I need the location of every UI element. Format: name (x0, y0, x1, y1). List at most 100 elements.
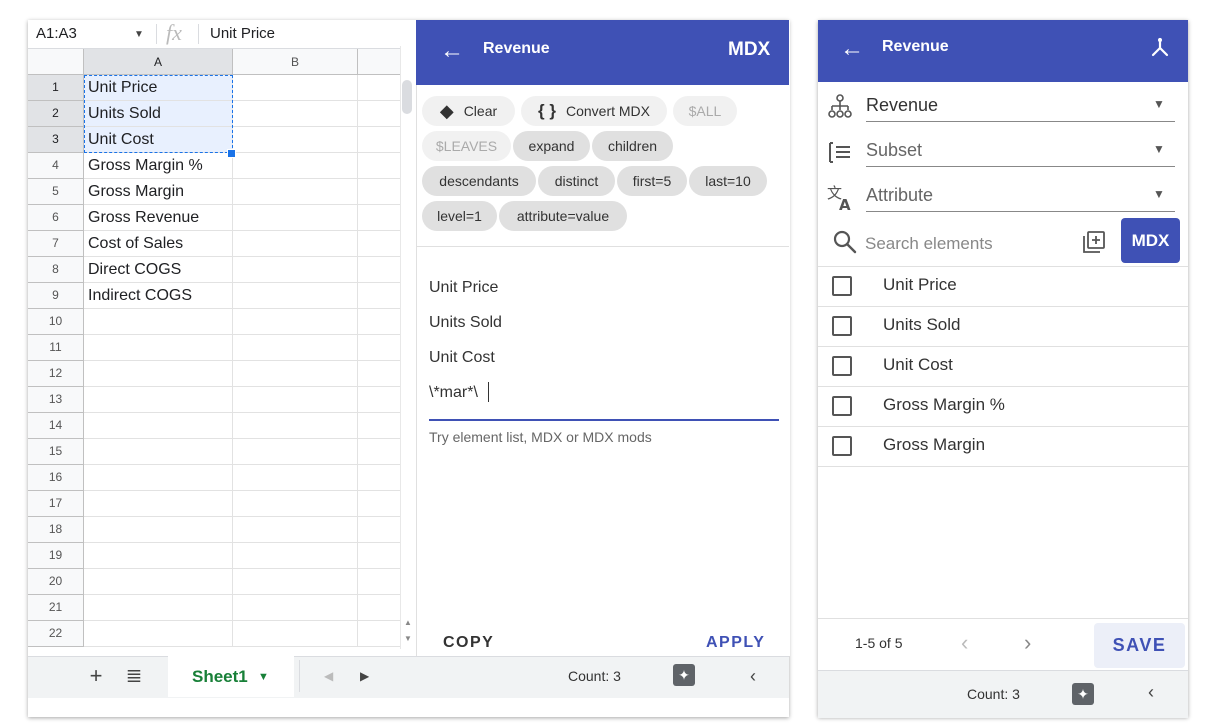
element-checkbox[interactable] (832, 316, 852, 336)
cell[interactable]: Unit Cost (84, 127, 233, 153)
all-sheets-icon[interactable]: ≣ (124, 664, 144, 688)
scroll-down-icon[interactable]: ▼ (402, 632, 414, 646)
cell[interactable] (233, 257, 358, 283)
cell[interactable] (84, 387, 233, 413)
mdx-chip[interactable]: { } Convert MDX (521, 96, 667, 126)
row-header[interactable]: 16 (28, 465, 84, 491)
mdx-chip[interactable]: expand (513, 131, 590, 161)
row-header[interactable]: 12 (28, 361, 84, 387)
row-header[interactable]: 13 (28, 387, 84, 413)
cell[interactable] (233, 595, 358, 621)
cell[interactable] (233, 413, 358, 439)
cell[interactable] (233, 309, 358, 335)
cell[interactable]: Units Sold (84, 101, 233, 127)
add-sheet-icon[interactable]: + (86, 664, 106, 688)
subset-select[interactable]: Subset (866, 140, 922, 161)
cell[interactable] (84, 595, 233, 621)
row-header[interactable]: 2 (28, 101, 84, 127)
chevron-down-icon[interactable]: ▼ (1153, 187, 1165, 201)
scrollbar-thumb[interactable] (402, 80, 412, 114)
mdx-button[interactable]: MDX (1121, 218, 1180, 263)
sheet-tab-label[interactable]: Sheet1 (192, 656, 248, 697)
cell[interactable] (84, 335, 233, 361)
mdx-line[interactable]: \*mar*\ (429, 384, 478, 402)
cell[interactable] (233, 517, 358, 543)
row-header[interactable]: 3 (28, 127, 84, 153)
cell[interactable]: Gross Margin % (84, 153, 233, 179)
next-sheet-icon[interactable]: ▶ (360, 664, 374, 688)
search-input[interactable]: Search elements (865, 234, 993, 254)
chevron-down-icon[interactable]: ▼ (1153, 142, 1165, 156)
cell[interactable] (84, 543, 233, 569)
row-header[interactable]: 5 (28, 179, 84, 205)
row-header[interactable]: 10 (28, 309, 84, 335)
cell[interactable] (233, 101, 358, 127)
back-arrow-icon[interactable]: ← (840, 34, 864, 64)
select-all-corner[interactable] (28, 49, 84, 75)
list-item[interactable] (818, 346, 1188, 386)
chevron-right-icon[interactable]: › (1024, 630, 1031, 656)
cell[interactable] (233, 231, 358, 257)
mdx-chip[interactable]: descendants (422, 166, 536, 196)
apply-button[interactable]: APPLY (706, 634, 765, 652)
element-checkbox[interactable] (832, 276, 852, 296)
row-header[interactable]: 9 (28, 283, 84, 309)
row-header[interactable]: 1 (28, 75, 84, 101)
mdx-line[interactable]: Units Sold (429, 314, 502, 332)
element-checkbox[interactable] (832, 396, 852, 416)
collapse-panel-icon[interactable]: ‹ (1148, 682, 1154, 703)
element-checkbox[interactable] (832, 436, 852, 456)
cell[interactable] (233, 387, 358, 413)
mdx-chip[interactable]: last=10 (689, 166, 767, 196)
dimension-select[interactable]: Revenue (866, 95, 938, 116)
cell[interactable] (233, 153, 358, 179)
cell[interactable] (84, 491, 233, 517)
cell-grid[interactable]: A B 1 Unit Price 2 Units Sold 3 Unit Cost 4 Gross… (28, 49, 416, 678)
vertical-scrollbar[interactable] (400, 46, 417, 649)
cell[interactable]: Gross Margin (84, 179, 233, 205)
cell[interactable] (233, 621, 358, 647)
row-header[interactable]: 20 (28, 569, 84, 595)
cell[interactable] (84, 569, 233, 595)
mdx-chip[interactable]: level=1 (422, 201, 497, 231)
cell[interactable] (233, 283, 358, 309)
mdx-chip[interactable]: first=5 (617, 166, 687, 196)
mdx-chip[interactable]: children (592, 131, 673, 161)
row-header[interactable]: 15 (28, 439, 84, 465)
row-header[interactable]: 6 (28, 205, 84, 231)
cell[interactable]: Gross Revenue (84, 205, 233, 231)
element-checkbox[interactable] (832, 356, 852, 376)
mdx-chip[interactable]: ◆ Clear (422, 96, 515, 126)
row-header[interactable]: 18 (28, 517, 84, 543)
list-item[interactable] (818, 306, 1188, 346)
chevron-down-icon[interactable]: ▼ (134, 20, 148, 48)
row-header[interactable]: 8 (28, 257, 84, 283)
column-header[interactable]: B (233, 49, 358, 75)
scroll-up-icon[interactable]: ▲ (402, 616, 414, 630)
row-header[interactable]: 19 (28, 543, 84, 569)
list-item[interactable] (818, 266, 1188, 306)
cell[interactable] (233, 569, 358, 595)
cell[interactable] (233, 361, 358, 387)
explore-icon[interactable]: ✦ (673, 664, 695, 686)
cell[interactable] (233, 439, 358, 465)
mdx-chip[interactable]: $ALL (673, 96, 737, 126)
cell[interactable] (84, 439, 233, 465)
mdx-chip[interactable]: $LEAVES (422, 131, 511, 161)
cell[interactable] (233, 491, 358, 517)
cell[interactable] (233, 75, 358, 101)
cell[interactable] (233, 205, 358, 231)
row-header[interactable]: 4 (28, 153, 84, 179)
row-header[interactable]: 21 (28, 595, 84, 621)
mdx-line[interactable]: Unit Cost (429, 349, 495, 367)
cell[interactable] (233, 543, 358, 569)
column-header[interactable]: A (84, 49, 233, 75)
row-header[interactable]: 14 (28, 413, 84, 439)
cell[interactable] (233, 465, 358, 491)
list-item[interactable] (818, 426, 1188, 466)
cell[interactable] (84, 309, 233, 335)
mdx-chip[interactable]: attribute=value (499, 201, 627, 231)
row-header[interactable]: 11 (28, 335, 84, 361)
hierarchy-icon[interactable] (1148, 36, 1172, 60)
cell[interactable] (84, 413, 233, 439)
